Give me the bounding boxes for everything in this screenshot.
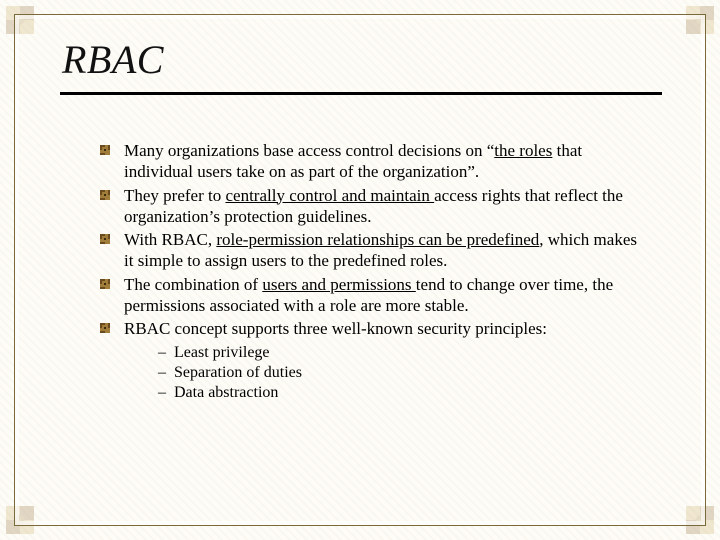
sub-list-item: Separation of duties [158,363,650,383]
slide: RBAC Many organizations base access cont… [0,0,720,540]
slide-title: RBAC [62,36,164,83]
sub-list-item: Data abstraction [158,383,650,403]
list-item: RBAC concept supports three well-known s… [100,318,650,403]
list-item: They prefer to centrally control and mai… [100,185,650,228]
text: With RBAC, [124,230,216,249]
bullet-list: Many organizations base access control d… [100,140,650,403]
text: RBAC concept supports three well-known s… [124,319,547,338]
underlined-text: the roles [494,141,552,160]
text: The combination of [124,275,262,294]
title-underline [60,92,662,95]
underlined-text: users and permissions [262,275,415,294]
slide-content: Many organizations base access control d… [100,140,650,405]
sub-list: Least privilege Separation of duties Dat… [124,343,650,403]
underlined-text: centrally control and maintain [225,186,434,205]
list-item: The combination of users and permissions… [100,274,650,317]
sub-list-item: Least privilege [158,343,650,363]
list-item: With RBAC, role-permission relationships… [100,229,650,272]
list-item: Many organizations base access control d… [100,140,650,183]
underlined-text: role-permission relationships can be pre… [216,230,539,249]
text: Many organizations base access control d… [124,141,494,160]
text: They prefer to [124,186,225,205]
